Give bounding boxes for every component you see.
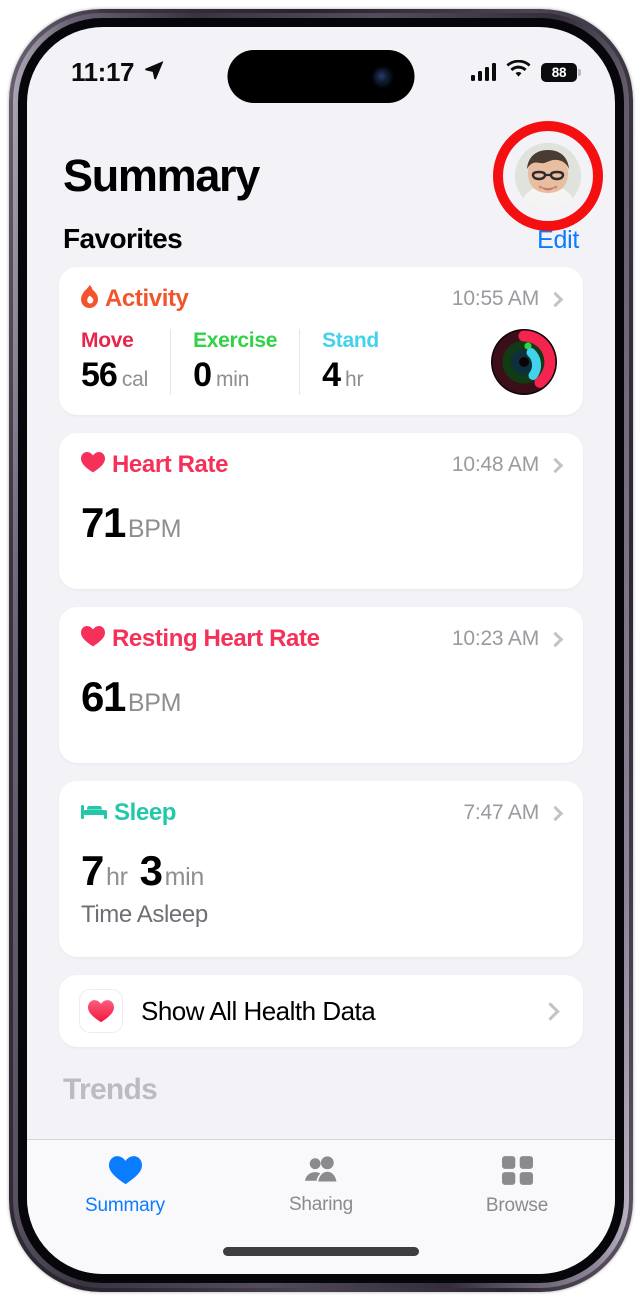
sleep-card-header: Sleep 7:47 AM [81,799,564,827]
favorites-section-header: Favorites Edit [27,209,615,267]
resting-heart-rate-meta: 10:23 AM [451,627,564,651]
tab-browse[interactable]: Browse [419,1156,615,1217]
profile-avatar-button[interactable] [493,121,603,231]
sleep-hours-value: 7 [81,847,104,894]
tab-sharing[interactable]: Sharing [223,1156,419,1216]
favorites-title: Favorites [63,223,183,254]
status-bar-right: 88 [470,59,581,84]
front-camera-icon [374,68,391,85]
resting-heart-rate-card-header: Resting Heart Rate 10:23 AM [81,625,564,653]
metric-move: Move 56 cal [81,329,170,395]
people-icon [304,1156,339,1189]
heart-rate-card[interactable]: Heart Rate 10:48 AM 71 BPM [59,433,583,589]
resting-heart-rate-value-group: 61 BPM [81,673,561,721]
screenshot-stage: 11:17 88 Summary Favorites Edit Activity… [0,0,642,1301]
activity-card-meta: 10:55 AM [451,287,564,311]
sleep-title-group: Sleep [81,799,176,827]
chevron-right-icon[interactable] [541,1001,560,1021]
resting-heart-rate-card[interactable]: Resting Heart Rate 10:23 AM 61 BPM [59,607,583,763]
sleep-minutes-value: 3 [139,847,163,894]
metric-exercise-unit: min [216,368,250,391]
metric-move-unit: cal [121,368,149,391]
status-bar-clock: 11:17 [71,56,135,87]
avatar[interactable] [515,143,581,209]
metric-move-value: 56 [81,356,118,394]
heart-icon [81,452,105,478]
page-title: Summary [63,150,260,201]
heart-rate-unit: BPM [127,515,182,543]
tab-browse-label: Browse [485,1195,549,1216]
chevron-right-icon[interactable] [547,631,564,647]
summary-scroll-content[interactable]: Summary Favorites Edit Activity 10:55 AM… [27,101,615,1189]
flame-icon [81,285,98,313]
resting-heart-rate-label: Resting Heart Rate [112,625,320,652]
heart-icon [81,626,105,652]
sleep-timestamp: 7:47 AM [463,801,539,824]
sleep-subtitle: Time Asleep [81,901,208,928]
trends-section-peek: Trends [63,1073,158,1106]
activity-card[interactable]: Activity 10:55 AM Move 56 cal Exercise 0… [59,267,583,415]
sleep-hours-unit: hr [105,863,128,891]
activity-card-header: Activity 10:55 AM [81,285,564,313]
chevron-right-icon[interactable] [547,291,564,307]
heart-rate-meta: 10:48 AM [451,453,564,477]
dynamic-island [227,50,415,103]
health-heart-app-icon [79,989,123,1033]
metric-exercise-value: 0 [193,356,212,394]
sleep-duration-group: 7 hr 3 min [81,847,561,895]
activity-timestamp: 10:55 AM [451,287,539,310]
chevron-right-icon[interactable] [547,457,564,473]
resting-heart-rate-unit: BPM [127,689,182,717]
bed-icon [81,802,107,825]
tab-summary[interactable]: Summary [27,1156,223,1217]
status-bar-left: 11:17 [71,57,165,88]
phone-screen: 11:17 88 Summary Favorites Edit Activity… [27,27,615,1274]
metric-stand: Stand 4 hr [299,329,401,395]
show-all-health-data-row[interactable]: Show All Health Data [59,975,583,1047]
activity-metrics-row: Move 56 cal Exercise 0 min Stand 4 hr [81,329,561,395]
cellular-bars-icon [470,63,496,81]
metric-exercise-value-group: 0 min [193,356,277,395]
heart-rate-value: 71 [81,499,126,546]
activity-card-label: Activity [105,285,189,312]
heart-rate-card-header: Heart Rate 10:48 AM [81,451,564,479]
resting-heart-rate-value: 61 [81,673,126,720]
heart-rate-value-group: 71 BPM [81,499,561,547]
metric-stand-label: Stand [322,329,379,352]
sleep-card[interactable]: Sleep 7:47 AM 7 hr 3 min Time Asleep [59,781,583,957]
edit-favorites-button[interactable]: Edit [537,226,579,255]
tab-summary-label: Summary [85,1195,165,1216]
home-indicator[interactable] [223,1247,419,1256]
show-all-health-data-label: Show All Health Data [141,995,376,1026]
location-arrow-icon [143,59,165,86]
sleep-minutes-unit: min [164,863,205,891]
heart-rate-label: Heart Rate [112,451,229,478]
resting-heart-rate-timestamp: 10:23 AM [451,627,539,650]
heart-rate-title-group: Heart Rate [81,451,228,479]
chevron-right-icon[interactable] [547,805,564,821]
metric-stand-unit: hr [345,368,364,391]
metric-stand-value: 4 [322,356,341,394]
sleep-label: Sleep [114,799,177,826]
sleep-meta: 7:47 AM [463,801,564,825]
metric-move-value-group: 56 cal [81,356,148,395]
metric-stand-value-group: 4 hr [322,356,379,395]
heart-filled-icon [108,1156,142,1190]
metric-move-label: Move [81,329,134,352]
metric-exercise-label: Exercise [193,329,278,352]
grid-icon [501,1156,533,1190]
battery-percent-label: 88 [551,64,567,80]
battery-indicator: 88 [541,62,581,82]
activity-metrics: Move 56 cal Exercise 0 min Stand 4 hr [81,329,491,395]
activity-rings-icon [491,329,557,395]
page-header: Summary [27,101,615,231]
metric-exercise: Exercise 0 min [170,329,299,395]
tab-sharing-label: Sharing [288,1194,354,1215]
resting-heart-rate-title-group: Resting Heart Rate [81,625,320,653]
heart-rate-timestamp: 10:48 AM [451,453,539,476]
activity-card-title-group: Activity [81,285,189,313]
wifi-icon [506,59,531,84]
